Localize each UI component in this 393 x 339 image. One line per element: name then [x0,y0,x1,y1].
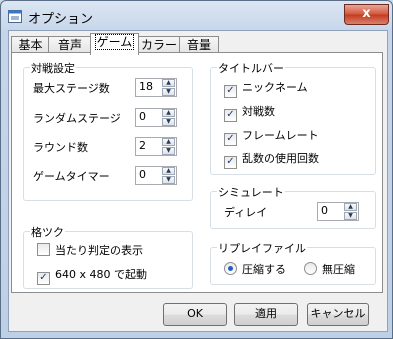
replay-file-title: リプレイファイル [217,240,307,256]
radio-unselected-icon [304,262,317,275]
tab-game-label: ゲーム [94,34,135,50]
spin-up-icon[interactable]: ▲ [344,203,357,211]
spin-down-icon[interactable]: ▼ [162,88,175,96]
nickname-checkbox[interactable]: ✓ ニックネーム [224,79,308,98]
round-count-label: ラウンド数 [33,141,88,154]
rng-usage-checkbox[interactable]: ✓ 乱数の使用回数 [224,150,319,169]
ok-button[interactable]: OK [163,303,227,326]
checkbox-checked-icon: ✓ [224,133,237,146]
tab-game[interactable]: ゲーム [90,33,139,55]
game-tab-page: 対戦設定 最大ステージ数 18 ▲ ▼ ランダムステージ 0 ▲ ▼ ラウンド数 2… [11,52,383,293]
checkbox-checked-icon: ✓ [37,272,50,285]
close-icon: x [362,6,371,21]
spin-up-icon[interactable]: ▲ [162,109,175,117]
ok-button-label: OK [187,307,203,320]
fighter-maker-group: 格ツク 当たり判定の表示 ✓ 640 x 480 で起動 [23,224,193,289]
delay-spinner[interactable]: 0 ▲ ▼ [317,202,359,221]
simulate-group-title: シミュレート [217,184,285,200]
game-timer-spinner[interactable]: 0 ▲ ▼ [135,166,177,185]
tab-color-label: カラー [140,38,177,52]
launch-640x480-checkbox[interactable]: ✓ 640 x 480 で起動 [37,266,147,285]
titlebar-group: タイトルバー ✓ ニックネーム ✓ 対戦数 ✓ フレームレート ✓ 乱数の使用回数 [210,60,376,175]
round-count-value: 2 [139,139,146,152]
options-window: オプション x 基本 音声 ゲーム カラー 音量 対戦設定 最大ステージ数 18… [0,0,393,339]
titlebar-group-title: タイトルバー [217,60,285,76]
tab-sound-label: 音声 [57,38,82,52]
dialog-client-area: 基本 音声 ゲーム カラー 音量 対戦設定 最大ステージ数 18 ▲ ▼ ランダム… [8,30,388,332]
match-count-checkbox[interactable]: ✓ 対戦数 [224,103,275,122]
cancel-button-label: キャンセル [310,307,366,320]
random-stage-value: 0 [139,110,146,123]
round-count-spinner[interactable]: 2 ▲ ▼ [135,137,177,156]
radio-selected-icon [224,262,237,275]
tab-basic-label: 基本 [18,38,43,52]
spin-down-icon[interactable]: ▼ [162,176,175,184]
no-compress-label: 無圧縮 [322,263,355,276]
show-hitbox-checkbox[interactable]: 当たり判定の表示 [37,242,143,258]
title-bar[interactable]: オプション x [1,1,392,31]
spin-down-icon[interactable]: ▼ [344,212,357,220]
spin-up-icon[interactable]: ▲ [162,79,175,87]
apply-button-label: 適用 [255,307,277,320]
nickname-label: ニックネーム [242,81,308,94]
close-button[interactable]: x [344,4,389,25]
checkbox-checked-icon: ✓ [224,85,237,98]
no-compress-radio[interactable]: 無圧縮 [304,261,355,277]
checkbox-checked-icon: ✓ [224,109,237,122]
match-settings-title: 対戦設定 [30,60,76,76]
simulate-group: シミュレート ディレイ 0 ▲ ▼ [210,184,376,229]
apply-button[interactable]: 適用 [234,303,298,326]
spin-down-icon[interactable]: ▼ [162,147,175,155]
show-hitbox-label: 当たり判定の表示 [55,244,143,257]
checkbox-checked-icon: ✓ [224,156,237,169]
max-stages-label: 最大ステージ数 [33,82,110,95]
cancel-button[interactable]: キャンセル [307,303,369,326]
replay-file-group: リプレイファイル 圧縮する 無圧縮 [210,240,376,285]
spin-up-icon[interactable]: ▲ [162,138,175,146]
match-settings-group: 対戦設定 最大ステージ数 18 ▲ ▼ ランダムステージ 0 ▲ ▼ ラウンド数 2… [23,60,193,201]
app-icon [8,10,22,23]
delay-value: 0 [321,204,328,217]
spin-down-icon[interactable]: ▼ [162,118,175,126]
random-stage-spinner[interactable]: 0 ▲ ▼ [135,108,177,127]
max-stages-value: 18 [139,80,153,93]
random-stage-label: ランダムステージ [33,112,121,125]
game-timer-value: 0 [139,168,146,181]
checkbox-unchecked-icon [37,243,50,256]
frame-rate-checkbox[interactable]: ✓ フレームレート [224,127,319,146]
game-timer-label: ゲームタイマー [33,170,110,183]
compress-radio[interactable]: 圧縮する [224,261,286,277]
max-stages-spinner[interactable]: 18 ▲ ▼ [135,78,177,97]
window-title: オプション [28,12,94,27]
match-count-label: 対戦数 [242,105,275,118]
tab-volume-label: 音量 [186,38,211,52]
launch-640x480-label: 640 x 480 で起動 [55,268,147,281]
frame-rate-label: フレームレート [242,129,319,142]
fighter-maker-title: 格ツク [30,224,65,240]
delay-label: ディレイ [224,206,268,219]
spin-up-icon[interactable]: ▲ [162,167,175,175]
compress-label: 圧縮する [242,263,286,276]
rng-usage-label: 乱数の使用回数 [242,152,319,165]
